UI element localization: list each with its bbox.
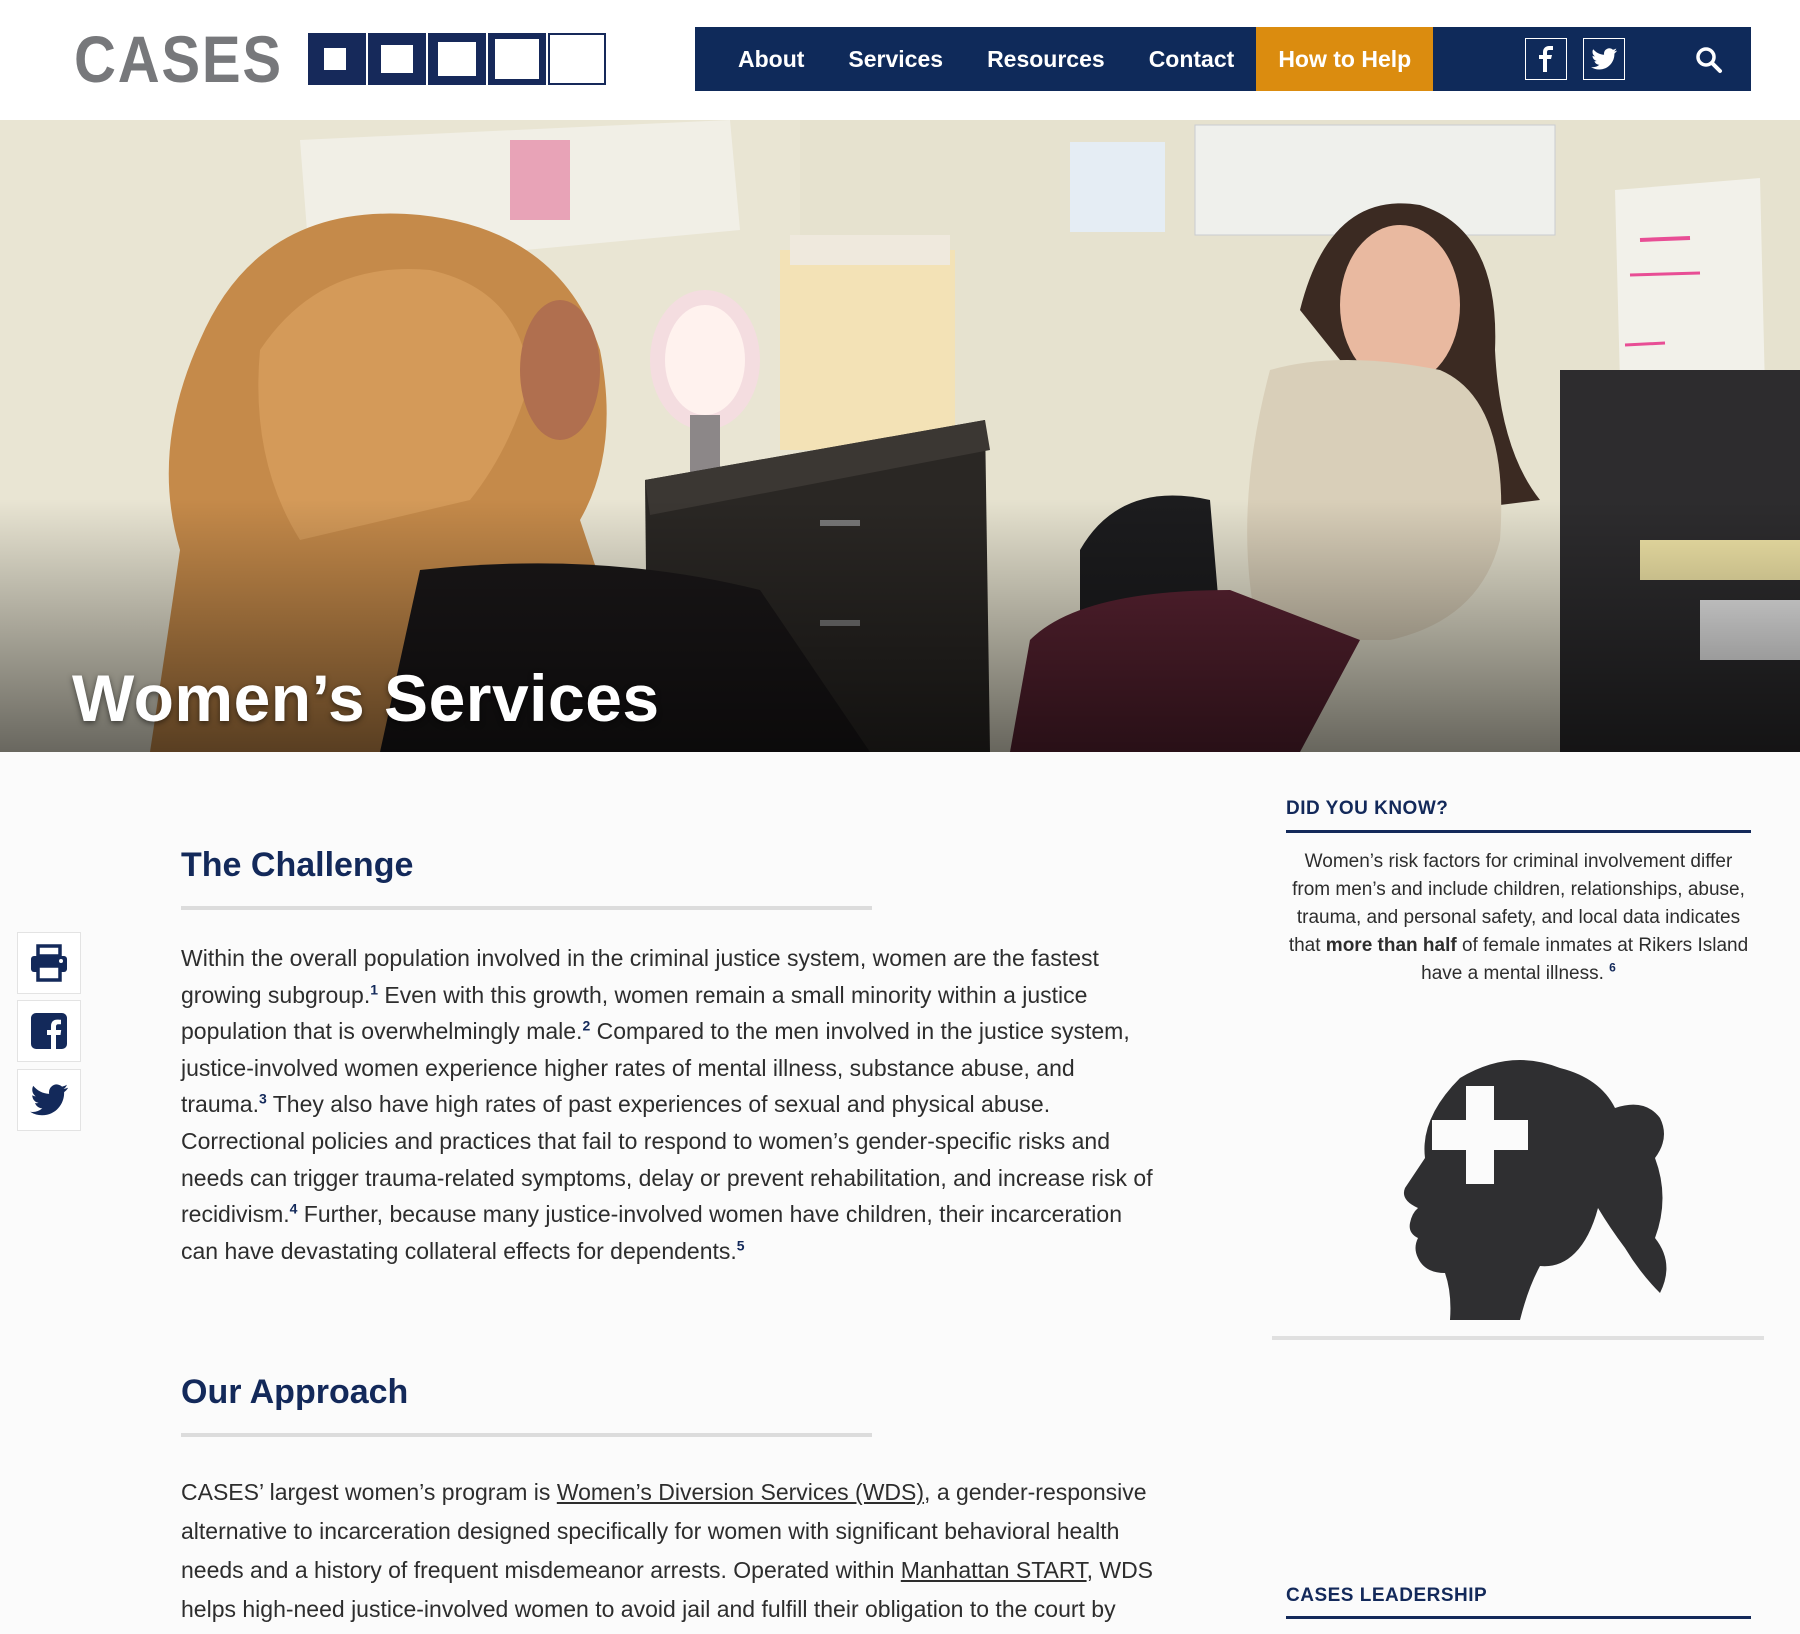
challenge-paragraph: Within the overall population involved i… xyxy=(181,945,1153,1264)
nav-how-to-help[interactable]: How to Help xyxy=(1256,27,1434,91)
page-title: Women’s Services xyxy=(72,661,660,735)
facebook-icon[interactable] xyxy=(1525,38,1567,80)
logo-box xyxy=(488,33,546,85)
logo-box xyxy=(548,33,606,85)
sidebar-rule xyxy=(1286,1616,1751,1619)
did-you-know-heading: DID YOU KNOW? xyxy=(1286,798,1449,819)
search-icon[interactable] xyxy=(1695,46,1723,74)
challenge-heading: The Challenge xyxy=(181,846,414,884)
nav-resources[interactable]: Resources xyxy=(965,27,1127,91)
twitter-icon xyxy=(30,1084,68,1116)
footnote-link[interactable]: 1 xyxy=(370,981,378,997)
logo-box xyxy=(308,33,366,85)
hero-photo xyxy=(0,120,1800,752)
leadership-heading: CASES LEADERSHIP xyxy=(1286,1585,1488,1606)
approach-paragraph: CASES’ largest women’s program is Women’… xyxy=(181,1479,1154,1622)
twitter-icon[interactable] xyxy=(1583,38,1625,80)
share-twitter-button[interactable] xyxy=(17,1069,81,1131)
cases-logo[interactable]: CASES xyxy=(74,22,606,96)
share-facebook-button[interactable] xyxy=(17,1000,81,1062)
facebook-icon xyxy=(31,1013,67,1049)
footnote-link[interactable]: 6 xyxy=(1609,961,1616,975)
manhattan-start-link[interactable]: Manhattan START xyxy=(901,1557,1087,1583)
sidebar-rule xyxy=(1286,830,1751,833)
logo-text: CASES xyxy=(74,22,283,96)
print-button[interactable] xyxy=(17,932,81,994)
print-icon xyxy=(31,944,67,982)
logo-box xyxy=(428,33,486,85)
logo-boxes xyxy=(308,33,608,85)
nav-about[interactable]: About xyxy=(695,27,826,91)
section-divider xyxy=(181,1433,872,1437)
sidebar-divider xyxy=(1272,1336,1764,1340)
wds-link[interactable]: Women’s Diversion Services (WDS) xyxy=(557,1479,924,1505)
footnote-link[interactable]: 3 xyxy=(259,1091,267,1107)
did-you-know-fact: Women’s risk factors for criminal involv… xyxy=(1288,851,1749,984)
hero-banner: Women’s Services xyxy=(0,120,1800,752)
nav-services[interactable]: Services xyxy=(826,27,965,91)
section-divider xyxy=(181,906,872,910)
main-nav: About Services Resources Contact How to … xyxy=(695,27,1751,91)
approach-heading: Our Approach xyxy=(181,1373,409,1411)
female-head-medical-cross-icon xyxy=(1403,1060,1667,1320)
footnote-link[interactable]: 5 xyxy=(737,1237,745,1253)
nav-contact[interactable]: Contact xyxy=(1127,27,1257,91)
logo-box xyxy=(368,33,426,85)
site-header: CASES About Services Resources Contact H… xyxy=(0,0,1800,120)
